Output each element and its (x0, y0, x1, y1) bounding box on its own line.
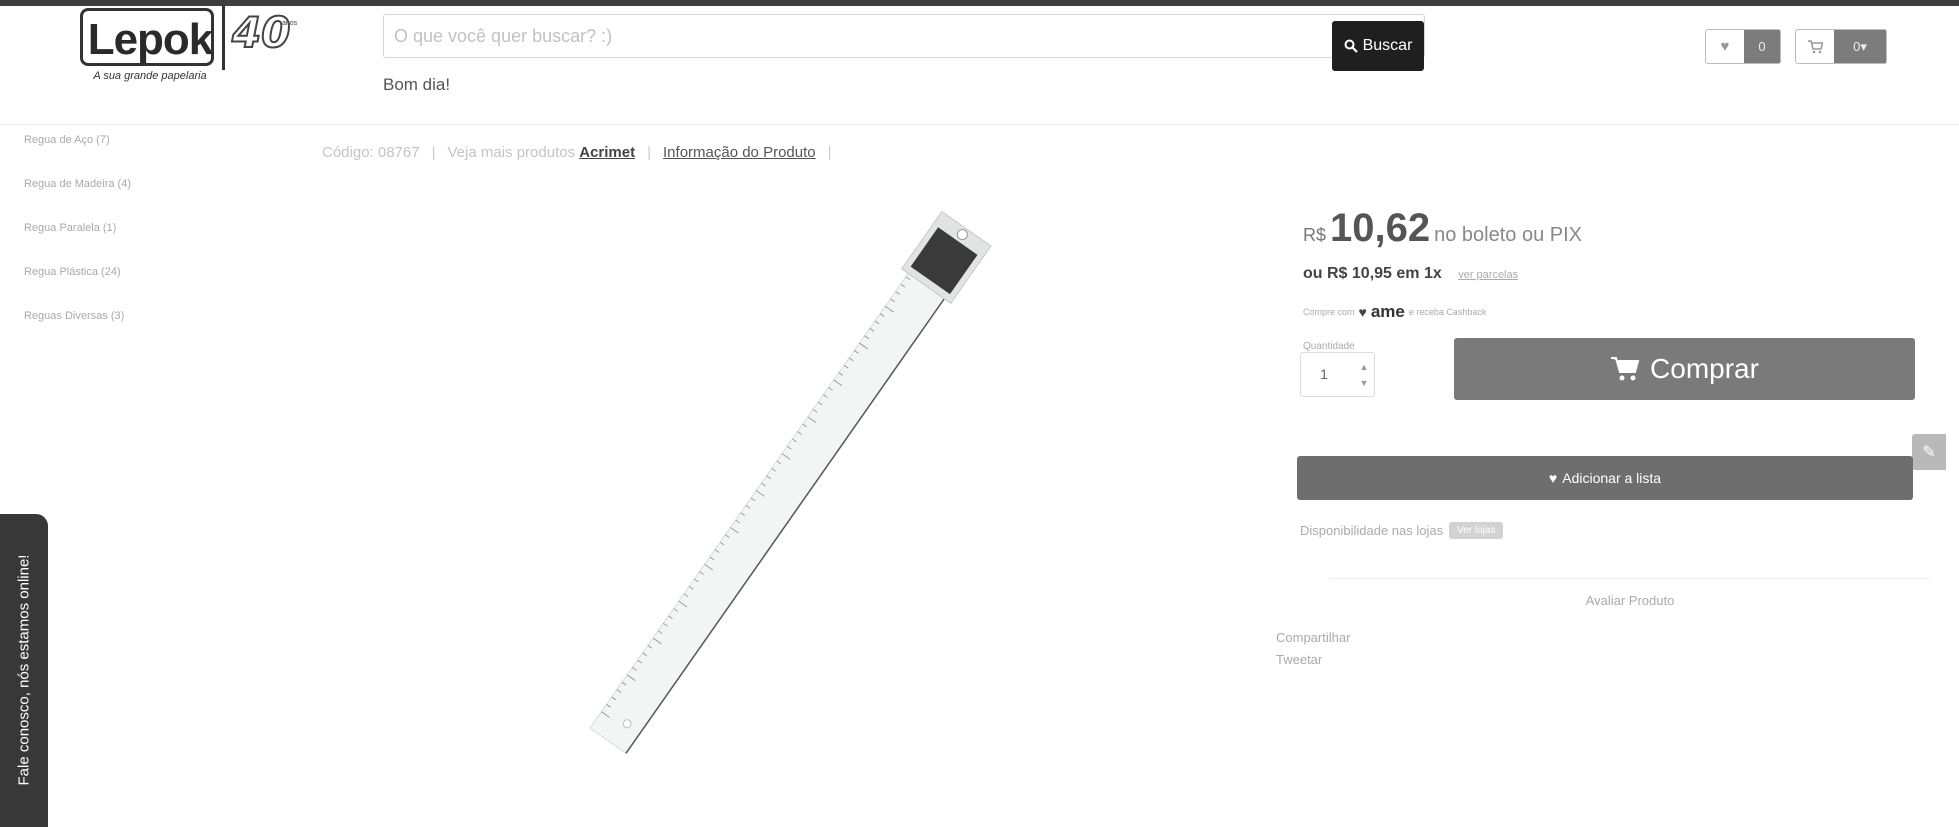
wishlist-count: 0 (1744, 30, 1780, 63)
logo-separator (222, 6, 225, 70)
cart-button[interactable]: 0▾ (1795, 29, 1887, 64)
heart-icon: ♥ (1720, 38, 1730, 55)
availability-label: Disponibilidade nas lojas (1300, 523, 1444, 538)
product-image[interactable] (480, 195, 1100, 795)
chevron-up-icon[interactable]: ▲ (1357, 360, 1371, 374)
availability: Disponibilidade nas lojas Ver lojas (1300, 522, 1504, 539)
price-currency: R$ (1303, 225, 1327, 245)
product-info-link[interactable]: Informação do Produto (663, 144, 816, 161)
chevron-down-icon[interactable]: ▼ (1357, 376, 1371, 390)
product-info-line: Código: 08767 | Veja mais produtos Acrimet… (322, 144, 832, 161)
logo-anniversary: 40 (231, 7, 291, 58)
store-logo[interactable]: Lepok 40 anos A sua grande papelaria (78, 6, 310, 84)
price-amount: 10,62 (1330, 206, 1431, 250)
product-code: Código: 08767 (322, 144, 420, 161)
ame-logo: ame (1370, 302, 1405, 321)
sidebar-category[interactable]: Reguas Diversas (3) (24, 306, 224, 350)
header-divider (0, 124, 1959, 125)
buy-button-label: Comprar (1650, 353, 1759, 384)
price-method: no boleto ou PIX (1434, 224, 1583, 246)
tweet-link[interactable]: Tweetar (1276, 652, 1322, 667)
sidebar-category[interactable]: Regua de Aço (7) (24, 130, 224, 174)
ame-suffix: e receba Cashback (1408, 307, 1487, 317)
ame-prefix: Compre com (1303, 307, 1355, 317)
logo-anniversary-suffix: anos (282, 20, 298, 27)
ame-cashback: Compre com ♥ ame e receba Cashback (1303, 302, 1486, 322)
cart-icon (1796, 30, 1834, 63)
chat-label[interactable]: Fale conosco, nós estamos online! (16, 555, 33, 786)
share-link[interactable]: Compartilhar (1276, 630, 1350, 645)
buy-button[interactable]: Comprar (1454, 338, 1915, 400)
greeting: Bom dia! (383, 75, 451, 94)
quantity-stepper: ▲ ▼ (1300, 352, 1375, 397)
wishlist-button[interactable]: ♥ 0 (1705, 29, 1781, 64)
search-icon (1344, 39, 1358, 53)
search-button[interactable]: Buscar (1332, 21, 1424, 71)
sidebar-category[interactable]: Regua Plástica (24) (24, 262, 224, 306)
rate-divider (1330, 578, 1930, 579)
rate-product-button[interactable]: Avaliar Produto (1330, 580, 1930, 620)
sidebar-category[interactable]: Regua de Madeira (4) (24, 174, 224, 218)
heart-icon: ♥ (1358, 304, 1367, 320)
heart-icon: ♥ (1548, 470, 1558, 486)
search-box (383, 14, 1425, 58)
logo-box: Lepok (80, 8, 214, 66)
search-button-label: Buscar (1362, 37, 1413, 54)
brand-link[interactable]: Acrimet (579, 144, 635, 161)
price-line: R$ 10,62 no boleto ou PIX (1303, 206, 1582, 251)
quantity-input[interactable] (1309, 359, 1339, 389)
search-input[interactable] (394, 15, 1294, 57)
cart-icon (1611, 357, 1640, 381)
availability-badge[interactable]: Ver lojas (1449, 522, 1504, 539)
installment-text: ou R$ 10,95 em 1x (1303, 265, 1442, 282)
cart-count: 0▾ (1834, 30, 1886, 63)
logo-word: Lepok (87, 15, 214, 64)
pencil-icon[interactable]: ✎ (1912, 434, 1946, 470)
sidebar-category[interactable]: Regua Paralela (1) (24, 218, 224, 262)
quantity-label: Quantidade (1303, 341, 1355, 352)
more-products-label: Veja mais produtos (447, 144, 576, 161)
see-installments-link[interactable]: ver parcelas (1458, 269, 1518, 281)
add-to-list-button[interactable]: ♥ Adicionar a lista (1297, 456, 1913, 500)
logo-tagline: A sua grande papelaria (93, 70, 207, 82)
add-to-list-label: Adicionar a lista (1562, 470, 1662, 486)
installment-line: ou R$ 10,95 em 1x ver parcelas (1303, 265, 1518, 283)
sidebar-categories: Regua de Aço (7) Regua de Madeira (4) Re… (24, 130, 224, 350)
